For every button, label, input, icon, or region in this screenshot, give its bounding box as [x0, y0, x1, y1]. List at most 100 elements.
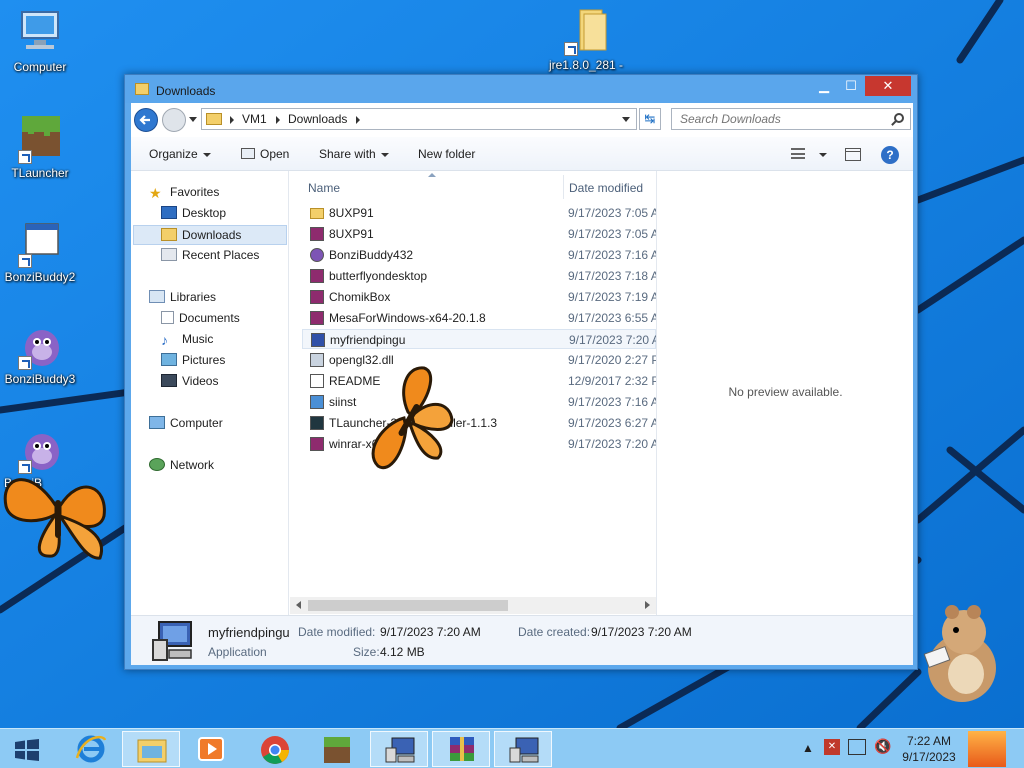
file-list: Name Date modified 8UXP91 9/17/2023 7:05 …: [290, 171, 657, 615]
help-icon[interactable]: ?: [881, 146, 899, 164]
desktop-icon-bonzibuddy2[interactable]: BonziBuddy2: [0, 218, 80, 284]
file-name: butterflyondesktop: [329, 269, 428, 283]
taskbar-setup-app-2[interactable]: [494, 731, 552, 767]
desktop-icon-bonzibuddy3[interactable]: BonziBuddy3: [0, 320, 80, 386]
nav-item-downloads[interactable]: Downloads: [133, 225, 287, 245]
start-icon: [15, 739, 39, 761]
file-date-modified: 9/17/2023 7:20 AM: [569, 333, 657, 347]
navigation-bar: VM1 Downloads ↹: [131, 103, 913, 137]
file-row[interactable]: ChomikBox 9/17/2023 7:19 AM: [302, 287, 656, 307]
nav-item-videos[interactable]: Videos: [161, 374, 218, 388]
close-button[interactable]: ✕: [865, 76, 911, 96]
network-icon[interactable]: [848, 739, 866, 755]
maximize-button[interactable]: ☐: [838, 76, 864, 96]
open-button[interactable]: Open: [241, 147, 289, 161]
minecraft-icon: [324, 737, 350, 763]
column-divider[interactable]: [563, 175, 564, 199]
rar-archive-icon: [310, 311, 324, 325]
file-row[interactable]: siinst 9/17/2023 7:16 AM: [302, 392, 656, 412]
share-with-button[interactable]: Share with: [319, 147, 389, 161]
file-row[interactable]: BonziBuddy432 9/17/2023 7:16 AM: [302, 245, 656, 265]
nav-item-network[interactable]: Network: [149, 458, 214, 472]
nav-item-desktop[interactable]: Desktop: [161, 206, 226, 220]
file-row[interactable]: 8UXP91 9/17/2023 7:05 AM: [302, 224, 656, 244]
file-row[interactable]: myfriendpingu 9/17/2023 7:20 AM: [302, 329, 657, 349]
file-row[interactable]: butterflyondesktop 9/17/2023 7:18 AM: [302, 266, 656, 286]
search-icon[interactable]: [894, 113, 904, 123]
taskbar-winrar[interactable]: [432, 731, 490, 767]
file-row[interactable]: TLauncher-2.885-Installer-1.1.39/17/2023…: [302, 413, 656, 433]
folder-icon: [562, 6, 610, 56]
nav-item-recent-places[interactable]: Recent Places: [161, 248, 259, 262]
breadcrumb-vm1[interactable]: VM1: [242, 112, 267, 126]
butterfly-icon: [3, 478, 106, 560]
setup-app-icon: [311, 333, 325, 347]
breadcrumb-separator[interactable]: [230, 116, 234, 124]
search-box[interactable]: [671, 108, 911, 130]
new-folder-button[interactable]: New folder: [418, 147, 475, 161]
pictures-icon: [161, 353, 177, 366]
taskbar-chrome[interactable]: [246, 731, 304, 767]
minimize-button[interactable]: ▁: [811, 76, 837, 96]
nav-item-computer[interactable]: Computer: [149, 416, 223, 430]
command-bar: Organize Open Share with New folder ?: [131, 137, 913, 171]
chevron-down-icon: [380, 152, 389, 157]
address-history-dropdown[interactable]: [622, 117, 630, 122]
file-name: BonziBuddy432: [329, 248, 414, 262]
taskbar-file-explorer[interactable]: [122, 731, 180, 767]
taskbar-internet-explorer[interactable]: [62, 731, 120, 767]
column-header-name[interactable]: Name: [308, 181, 340, 195]
file-row[interactable]: opengl32.dll9/17/2020 2:27 PM: [302, 350, 656, 370]
change-view-icon[interactable]: [791, 148, 805, 159]
recent-pages-dropdown[interactable]: [189, 117, 197, 122]
file-row[interactable]: README12/9/2017 2:32 PM: [302, 371, 656, 391]
file-row[interactable]: MesaForWindows-x64-20.1.8 9/17/2023 6:55 …: [302, 308, 656, 328]
breadcrumb-separator[interactable]: [356, 116, 360, 124]
internet-explorer-icon: [75, 735, 107, 763]
back-button[interactable]: [134, 108, 158, 132]
downloads-folder-icon: [161, 228, 177, 241]
installer-icon: [310, 395, 324, 409]
taskbar-setup-app[interactable]: [370, 731, 428, 767]
desktop-icon-jre[interactable]: jre1.8.0_281 -: [544, 6, 628, 72]
organize-button[interactable]: Organize: [149, 147, 211, 161]
show-hidden-icons-button[interactable]: ▲: [802, 741, 814, 755]
show-desktop-button[interactable]: [968, 731, 1006, 767]
taskbar-minecraft[interactable]: [308, 731, 366, 767]
file-row[interactable]: winrar-x64-9/17/2023 7:20 AM: [302, 434, 656, 454]
horizontal-scrollbar[interactable]: [290, 597, 656, 614]
desktop-icon-label: jre1.8.0_281 -: [548, 58, 624, 72]
folder-icon: [310, 208, 324, 219]
file-name: 8UXP91: [329, 227, 374, 241]
file-row[interactable]: 8UXP91 9/17/2023 7:05 AM: [302, 203, 656, 223]
title-bar[interactable]: Downloads ▁ ☐ ✕: [125, 75, 917, 103]
desktop-icon-label: BonziBuddy2: [4, 270, 76, 284]
nav-item-documents[interactable]: Documents: [161, 311, 240, 325]
scrollbar-thumb[interactable]: [308, 600, 508, 611]
desktop-icon-tlauncher[interactable]: TLauncher: [0, 114, 80, 180]
nav-item-favorites[interactable]: ★ Favorites: [149, 185, 219, 201]
action-center-flag-icon[interactable]: ✕: [824, 739, 840, 755]
start-button[interactable]: [0, 731, 54, 767]
breadcrumb-downloads[interactable]: Downloads: [288, 112, 347, 126]
scroll-right-icon[interactable]: [645, 601, 650, 609]
nav-item-libraries[interactable]: Libraries: [149, 290, 216, 304]
taskbar-media-player[interactable]: [182, 731, 240, 767]
desktop-icon-computer[interactable]: Computer: [0, 8, 80, 74]
scroll-left-icon[interactable]: [296, 601, 301, 609]
address-bar[interactable]: VM1 Downloads: [201, 108, 637, 130]
breadcrumb-separator[interactable]: [276, 116, 280, 124]
nav-item-music[interactable]: ♪ Music: [161, 332, 213, 348]
chevron-down-icon[interactable]: [819, 153, 827, 157]
column-header-date-modified[interactable]: Date modified: [569, 181, 643, 195]
search-input[interactable]: [672, 109, 882, 129]
nav-item-pictures[interactable]: Pictures: [161, 353, 225, 367]
details-date-modified-label: Date modified:: [298, 625, 376, 639]
details-date-modified: 9/17/2023 7:20 AM: [380, 625, 481, 639]
volume-muted-icon[interactable]: 🔇: [874, 738, 891, 755]
forward-button[interactable]: [162, 108, 186, 132]
clock[interactable]: 7:22 AM 9/17/2023: [896, 733, 962, 765]
refresh-button[interactable]: ↹: [639, 108, 661, 130]
preview-pane-icon[interactable]: [845, 148, 861, 161]
file-date-modified: 9/17/2020 2:27 PM: [568, 353, 656, 367]
